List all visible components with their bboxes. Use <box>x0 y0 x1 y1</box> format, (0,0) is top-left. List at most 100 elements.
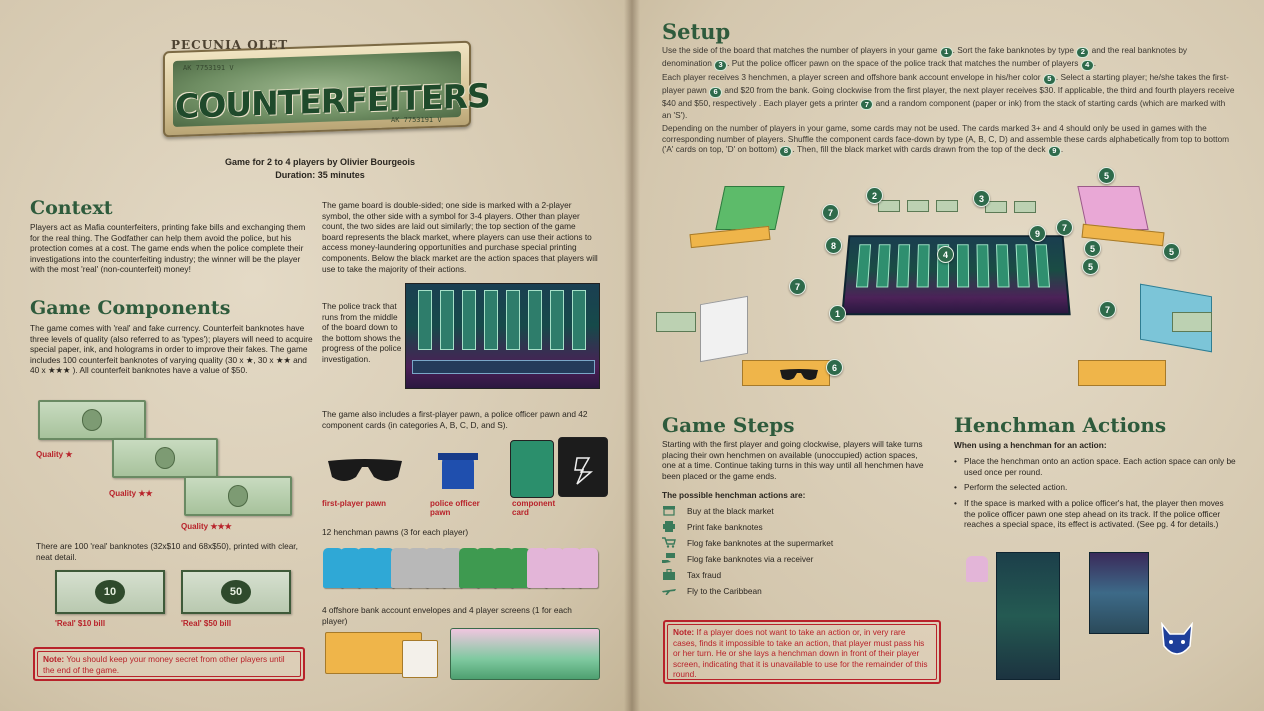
serial-bottom: AK 7753191 V <box>391 116 442 124</box>
henchman-bullet-2: Perform the selected action. <box>954 482 1236 493</box>
setup-game-board <box>841 235 1071 316</box>
quality-1-label: Quality ★ <box>36 450 73 459</box>
marker-5: 5 <box>1042 73 1056 85</box>
marker-8: 8 <box>779 145 793 157</box>
component-card-back <box>558 437 608 497</box>
first-player-label: first-player pawn <box>322 499 387 508</box>
henchman-pawns-image <box>323 548 598 588</box>
real-banknotes-text: There are 100 'real' banknotes (32x$10 a… <box>36 541 298 562</box>
real-stack-2 <box>1014 201 1036 213</box>
real-50-value: 50 <box>221 580 251 604</box>
setup-badge-1: 1 <box>829 305 846 322</box>
setup-badge-7-c: 7 <box>789 278 806 295</box>
marker-6: 6 <box>709 86 723 98</box>
counterfeit-bill-q2 <box>112 438 218 478</box>
setup-badge-5-a: 5 <box>1084 240 1101 257</box>
henchman-pawns-text: 12 henchman pawns (3 for each player) <box>322 527 469 537</box>
real-50-label: 'Real' $50 bill <box>181 619 232 628</box>
henchman-actions-heading: Henchman Actions <box>954 413 1167 437</box>
police-track-image <box>1089 552 1149 634</box>
steps-note-text: If a player does not want to take an act… <box>673 627 928 679</box>
henchman-bullet-1: Place the henchman onto an action space.… <box>954 456 1236 477</box>
airplane-icon <box>662 585 676 596</box>
context-text: Players act as Mafia counterfeiters, pri… <box>30 222 306 275</box>
setup-sunglasses-icon <box>780 369 818 380</box>
brand-name: PECUNIA OLET <box>171 38 289 52</box>
game-steps-text: Starting with the first player and going… <box>662 439 924 481</box>
marker-4: 4 <box>1080 59 1094 71</box>
action-supermarket: Flog fake banknotes at the supermarket <box>662 537 833 548</box>
setup-badge-2: 2 <box>866 187 883 204</box>
real-10-value: 10 <box>95 580 125 604</box>
credits-line-2: Duration: 35 minutes <box>275 170 365 180</box>
player-money-blue <box>1172 312 1212 332</box>
setup-badge-5-top: 5 <box>1098 167 1115 184</box>
pass-turn-note: Note: If a player does not want to take … <box>663 620 941 684</box>
player-money-white <box>656 312 696 332</box>
marker-3: 3 <box>714 59 728 71</box>
setup-badge-5-c: 5 <box>1082 258 1099 275</box>
police-pawn-label: police officer pawn <box>430 499 480 517</box>
fake-stack-3 <box>936 200 958 212</box>
market-stall-icon <box>662 505 676 516</box>
real-10-label: 'Real' $10 bill <box>55 619 106 628</box>
setup-badge-7-d: 7 <box>1099 301 1116 318</box>
setup-badge-7-a: 7 <box>822 204 839 221</box>
components-text: The game comes with 'real' and fake curr… <box>30 323 313 376</box>
police-track-text: The police track that runs from the midd… <box>322 301 402 364</box>
quality-3-label: Quality ★★★ <box>181 522 232 531</box>
serial-top: AK 7753191 V <box>183 64 234 72</box>
action-receiver: Flog fake banknotes via a receiver <box>662 553 813 564</box>
note-label: Note: <box>43 654 65 664</box>
action-black-market: Buy at the black market <box>662 505 774 516</box>
component-card-label: component card <box>512 499 556 517</box>
component-card-front <box>510 440 554 498</box>
setup-paragraph-1: Use the side of the board that matches t… <box>662 45 1188 71</box>
wolf-head-icon <box>1161 622 1193 655</box>
briefcase-icon <box>662 569 676 580</box>
hand-money-icon <box>662 553 676 564</box>
actions-subtitle: The possible henchman actions are: <box>662 490 806 500</box>
marker-7: 7 <box>860 99 874 111</box>
player-screen <box>450 628 600 680</box>
action-print-banknotes: Print fake banknotes <box>662 521 763 532</box>
context-heading: Context <box>30 197 113 219</box>
green-player-screen <box>715 186 785 230</box>
setup-badge-6: 6 <box>826 359 843 376</box>
game-board-image <box>405 283 600 389</box>
setup-badge-3: 3 <box>973 190 990 207</box>
steps-note-label: Note: <box>673 627 695 637</box>
counterfeit-bill-q3 <box>184 476 292 516</box>
counterfeit-bill-q1 <box>38 400 146 440</box>
setup-badge-7-b: 7 <box>1056 219 1073 236</box>
fake-stack-2 <box>907 200 929 212</box>
marker-2: 2 <box>1076 46 1090 58</box>
henchman-bullet-3: If the space is marked with a police off… <box>954 498 1236 530</box>
credits-line-1: Game for 2 to 4 players by Olivier Bourg… <box>224 157 416 167</box>
pink-henchman-pawn <box>966 556 988 582</box>
also-includes-text: The game also includes a first-player pa… <box>322 409 588 430</box>
quality-2-label: Quality ★★ <box>109 489 153 498</box>
book-gutter <box>624 0 640 711</box>
printer-icon <box>662 521 676 532</box>
marker-1: 1 <box>939 46 953 58</box>
setup-badge-8: 8 <box>825 237 842 254</box>
envelopes-text: 4 offshore bank account envelopes and 4 … <box>322 605 572 626</box>
money-secret-note: Note: You should keep your money secret … <box>33 647 305 681</box>
board-text: The game board is double-sided; one side… <box>322 200 598 274</box>
setup-paragraph-3: Depending on the number of players in yo… <box>662 123 1230 157</box>
action-caribbean: Fly to the Caribbean <box>662 585 762 596</box>
police-pawn-icon <box>438 453 478 489</box>
game-steps-heading: Game Steps <box>662 413 795 437</box>
setup-badge-4: 4 <box>937 246 954 263</box>
real-50-bill: 50 <box>181 570 291 614</box>
logo-banner: PECUNIA OLET AK 7753191 V COUNTERFEITERS… <box>163 38 490 138</box>
marker-9: 9 <box>1047 145 1061 157</box>
sunglasses-icon <box>328 459 402 481</box>
note-text: You should keep your money secret from o… <box>43 654 285 675</box>
setup-paragraph-2: Each player receives 3 henchmen, a playe… <box>662 72 1235 121</box>
real-10-bill: 10 <box>55 570 165 614</box>
shopping-cart-icon <box>662 537 676 548</box>
action-tax-fraud: Tax fraud <box>662 569 721 580</box>
setup-badge-5-b: 5 <box>1163 243 1180 260</box>
